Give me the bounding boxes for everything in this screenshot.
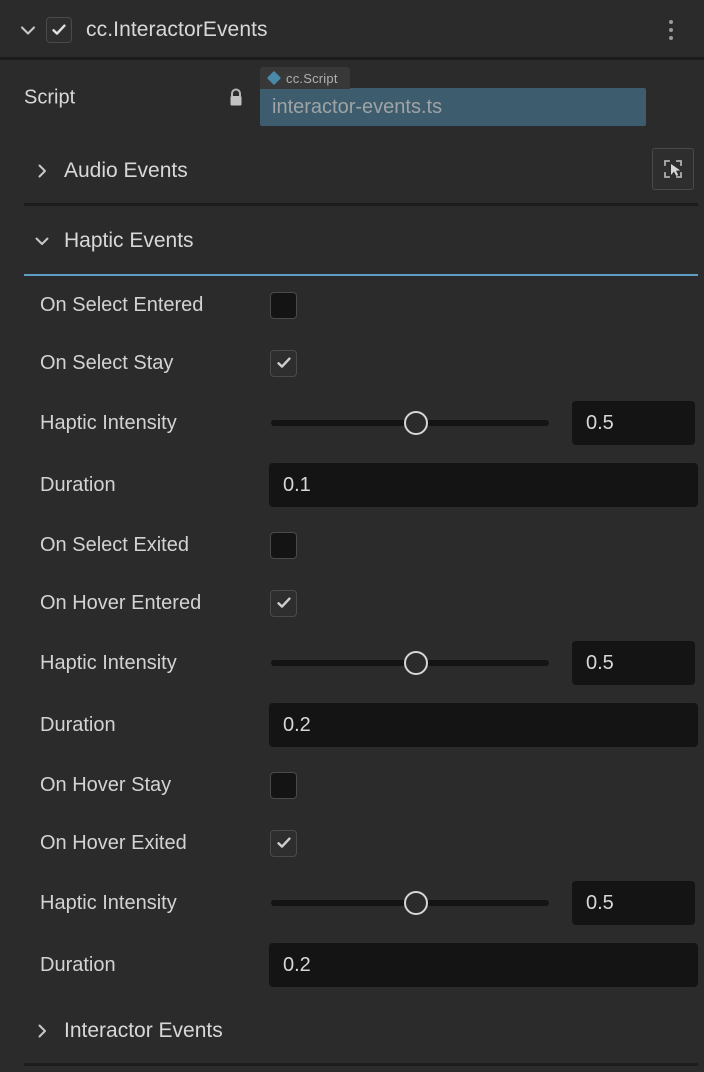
property-row: Haptic Intensity 0.5	[0, 872, 704, 934]
script-asset-value: interactor-events.ts	[272, 95, 443, 118]
script-asset-field[interactable]: interactor-events.ts	[260, 88, 646, 126]
script-asset-control: cc.Script interactor-events.ts	[260, 66, 646, 126]
haptic-intensity-value-field[interactable]: 0.5	[572, 881, 695, 925]
chevron-right-icon[interactable]	[30, 1019, 54, 1043]
kebab-menu-icon[interactable]	[660, 15, 682, 45]
haptic-intensity-slider[interactable]	[271, 889, 549, 917]
on-select-entered-checkbox[interactable]	[270, 291, 297, 319]
script-property-row: Script cc.Script interactor-events.ts	[0, 60, 704, 190]
property-label: Duration	[40, 473, 116, 496]
property-row: On Select Stay	[0, 334, 704, 392]
script-asset-diamond-icon	[266, 70, 282, 86]
property-row: Haptic Intensity 0.5	[0, 632, 704, 694]
duration-value: 0.1	[283, 473, 311, 496]
duration-field[interactable]: 0.2	[269, 943, 698, 987]
chevron-right-icon[interactable]	[30, 159, 54, 183]
duration-value: 0.2	[283, 713, 311, 736]
property-row: Duration 0.1	[0, 454, 704, 516]
property-label: On Select Exited	[40, 533, 189, 556]
property-row: On Hover Stay	[0, 756, 704, 814]
property-row: On Select Entered	[0, 276, 704, 334]
property-row: On Hover Entered	[0, 574, 704, 632]
haptic-intensity-slider[interactable]	[271, 649, 549, 677]
section-haptic-events-label: Haptic Events	[64, 229, 194, 252]
on-select-stay-checkbox[interactable]	[270, 349, 297, 377]
property-row: Haptic Intensity 0.5	[0, 392, 704, 454]
asset-type-label: cc.Script	[286, 70, 338, 86]
section-interactor-events[interactable]: Interactor Events	[0, 996, 704, 1066]
property-label: Haptic Intensity	[40, 891, 177, 914]
component-title: cc.InteractorEvents	[86, 18, 268, 41]
property-label: Duration	[40, 713, 116, 736]
duration-value: 0.2	[283, 953, 311, 976]
property-label: Haptic Intensity	[40, 411, 177, 434]
duration-field[interactable]: 0.2	[269, 703, 698, 747]
slider-knob[interactable]	[403, 411, 428, 435]
duration-field[interactable]: 0.1	[269, 463, 698, 507]
haptic-intensity-value: 0.5	[586, 411, 614, 434]
section-audio-events-label: Audio Events	[64, 159, 188, 182]
property-label: Haptic Intensity	[40, 651, 177, 674]
property-label: On Hover Stay	[40, 773, 172, 796]
property-row: On Hover Exited	[0, 814, 704, 872]
property-label: On Select Entered	[40, 293, 204, 316]
on-select-exited-checkbox[interactable]	[270, 531, 297, 559]
lock-icon	[226, 87, 246, 109]
component-expand-toggle[interactable]	[14, 16, 42, 44]
slider-knob[interactable]	[403, 891, 428, 915]
property-label: On Hover Exited	[40, 831, 187, 854]
haptic-intensity-slider[interactable]	[271, 409, 549, 437]
haptic-intensity-value: 0.5	[586, 891, 614, 914]
property-row: On Select Exited	[0, 516, 704, 574]
on-hover-entered-checkbox[interactable]	[270, 589, 297, 617]
section-divider	[24, 1063, 698, 1066]
section-haptic-events[interactable]: Haptic Events	[0, 206, 704, 276]
on-hover-exited-checkbox[interactable]	[270, 829, 297, 857]
haptic-intensity-value-field[interactable]: 0.5	[572, 641, 695, 685]
component-inspector-panel: cc.InteractorEvents Script cc.Script int…	[0, 0, 704, 1072]
component-header: cc.InteractorEvents	[0, 0, 704, 60]
section-audio-events[interactable]: Audio Events	[0, 136, 704, 206]
chevron-down-icon[interactable]	[30, 229, 54, 253]
haptic-intensity-value-field[interactable]: 0.5	[572, 401, 695, 445]
haptic-intensity-value: 0.5	[586, 651, 614, 674]
script-label: Script	[24, 86, 76, 109]
asset-type-tag: cc.Script	[260, 67, 350, 89]
property-label: On Select Stay	[40, 351, 174, 374]
property-label: Duration	[40, 953, 116, 976]
component-enabled-checkbox[interactable]	[46, 17, 72, 43]
section-interactor-events-label: Interactor Events	[64, 1019, 223, 1042]
on-hover-stay-checkbox[interactable]	[270, 771, 297, 799]
property-row: Duration 0.2	[0, 694, 704, 756]
property-label: On Hover Entered	[40, 591, 202, 614]
property-row: Duration 0.2	[0, 934, 704, 996]
slider-knob[interactable]	[403, 651, 428, 675]
